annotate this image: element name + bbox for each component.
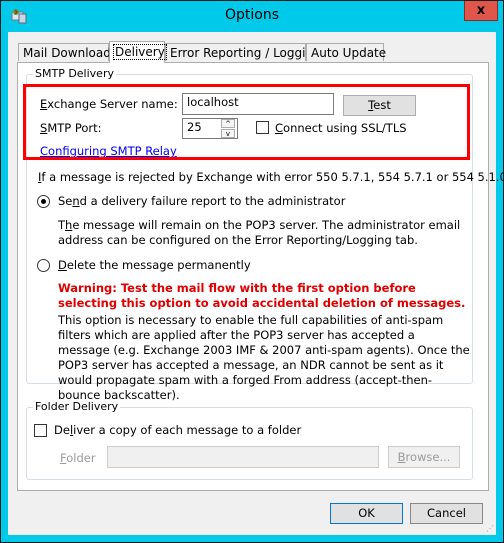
folder-delivery-group-label: Folder Delivery <box>33 400 121 413</box>
send-failure-report-radio[interactable] <box>37 195 50 208</box>
folder-path-input[interactable] <box>107 446 379 468</box>
ok-button[interactable]: OK <box>330 503 403 524</box>
deliver-copy-checkbox[interactable] <box>34 424 47 437</box>
title-bar[interactable]: Options x <box>1 1 503 32</box>
label-text: e message will remain on the POP3 server… <box>58 218 461 247</box>
dialog-client: Mail Download Delivery Error Reporting /… <box>8 32 504 535</box>
send-failure-report-description: The message will remain on the POP3 serv… <box>58 218 468 248</box>
delete-warning-text: Warning: Test the mail flow with the fir… <box>58 281 466 310</box>
tab-error-reporting-logging[interactable]: Error Reporting / Logging <box>165 43 321 61</box>
tab-mail-download[interactable]: Mail Download <box>18 43 111 61</box>
test-button[interactable]: Test <box>343 95 416 116</box>
label-text: xchange Server name: <box>47 97 178 111</box>
tab-auto-update[interactable]: Auto Update <box>306 43 387 61</box>
label-text: iver a copy of each message to a folder <box>73 423 302 437</box>
tab-label: Error Reporting / Logging <box>170 46 321 60</box>
delete-permanently-label[interactable]: Delete the message permanently <box>58 258 251 272</box>
label-text: est <box>373 98 391 112</box>
label-text: T <box>58 218 66 232</box>
deliver-copy-label[interactable]: Deliver a copy of each message to a fold… <box>54 423 301 437</box>
window-title: Options <box>224 7 280 23</box>
tab-label: Auto Update <box>311 46 387 60</box>
ssl-tls-checkbox[interactable] <box>256 121 269 134</box>
label-text: De <box>54 423 70 437</box>
cancel-button[interactable]: Cancel <box>410 503 483 524</box>
label-text: older <box>66 451 96 465</box>
configuring-smtp-relay-link[interactable]: Configuring SMTP Relay <box>40 144 177 158</box>
tab-label: Delivery <box>113 44 167 60</box>
label-text: Se <box>58 194 73 208</box>
send-failure-report-label[interactable]: Send a delivery failure report to the ad… <box>58 194 345 208</box>
resize-grip-icon[interactable]: ⋰ <box>486 525 494 533</box>
mnemonic: D <box>58 258 67 272</box>
folder-delivery-group: Folder Delivery Deliver a copy of each m… <box>26 400 473 480</box>
spin-down-icon[interactable]: v <box>221 129 235 138</box>
spin-up-icon[interactable]: ^ <box>221 119 235 128</box>
exchange-server-label: Exchange Server name: <box>40 97 178 111</box>
close-button[interactable]: x <box>464 1 498 21</box>
delete-permanently-description: This option is necessary to enable the f… <box>58 313 470 402</box>
label-text: d a delivery failure report to the admin… <box>79 194 346 208</box>
folder-label: Folder <box>60 451 96 465</box>
port-spinner[interactable]: ^ v <box>221 119 237 139</box>
browse-button[interactable]: Browse... <box>388 446 460 468</box>
delivery-tab-panel: SMTP Delivery Exchange Server name: loca… <box>17 62 504 491</box>
label-text: f a message is rejected by Exchange with… <box>41 170 504 184</box>
smtp-port-label: SMTP Port: <box>40 121 102 135</box>
label-text: rowse... <box>405 450 451 464</box>
tab-delivery[interactable]: Delivery <box>109 41 167 63</box>
label-text: MTP Port: <box>47 121 102 135</box>
options-window: Options x Mail Download Delivery Error R… <box>0 0 504 543</box>
delete-permanently-radio[interactable] <box>37 259 50 272</box>
smtp-delivery-group-label: SMTP Delivery <box>33 67 116 80</box>
rejection-intro: If a message is rejected by Exchange wit… <box>38 170 504 184</box>
label-text: onnect using SSL/TLS <box>283 121 407 135</box>
mnemonic: n <box>72 194 80 208</box>
ssl-tls-label[interactable]: Connect using SSL/TLS <box>275 121 407 135</box>
tab-label: Mail Download <box>23 46 111 60</box>
mnemonic: C <box>275 121 284 135</box>
exchange-server-input[interactable]: localhost <box>182 93 334 115</box>
label-text: elete the message permanently <box>66 258 251 272</box>
smtp-delivery-group: SMTP Delivery Exchange Server name: loca… <box>26 67 504 402</box>
